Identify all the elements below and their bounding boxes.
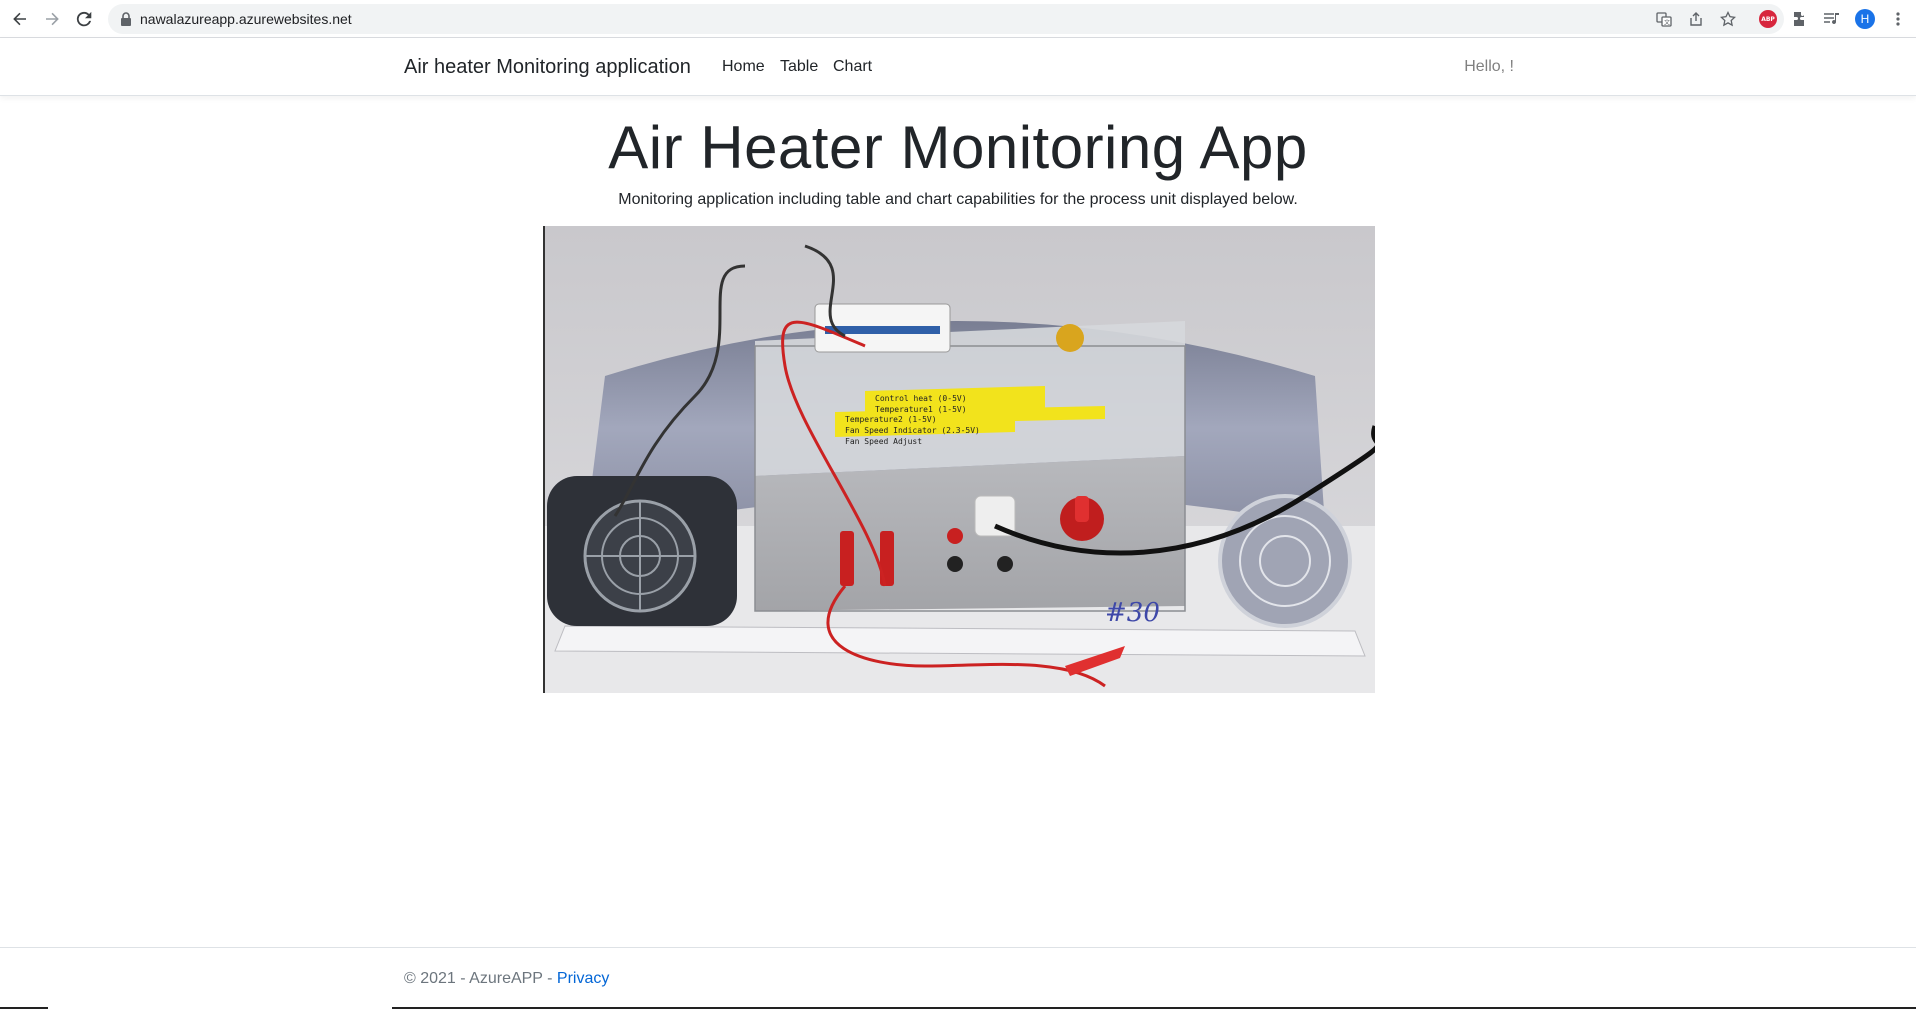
extensions-puzzle-icon[interactable]	[1790, 9, 1810, 29]
navbar-brand[interactable]: Air heater Monitoring application	[404, 38, 691, 96]
photo-label-5: Fan Speed Adjust	[845, 437, 922, 446]
process-unit-photo: #30 Control heat (0-5V) Temperature1 (1-…	[543, 226, 1375, 693]
footer-text: © 2021 - AzureAPP - Privacy	[404, 970, 609, 988]
share-icon[interactable]	[1688, 11, 1704, 27]
photo-label-1: Control heat (0-5V)	[875, 394, 967, 403]
photo-label-2: Temperature1 (1-5V)	[875, 405, 967, 414]
photo-label-3: Temperature2 (1-5V)	[845, 415, 937, 424]
forward-icon[interactable]	[41, 8, 63, 30]
nav-link-chart[interactable]: Chart	[833, 38, 872, 96]
profile-avatar[interactable]: H	[1855, 9, 1875, 29]
browser-menu-icon[interactable]	[1888, 9, 1908, 29]
bookmark-star-icon[interactable]	[1719, 10, 1737, 27]
reading-list-icon[interactable]	[1822, 9, 1842, 29]
nav-link-home[interactable]: Home	[722, 38, 765, 96]
nav-link-table[interactable]: Table	[780, 38, 818, 96]
page-title: Air Heater Monitoring App	[608, 114, 1308, 181]
page-footer: © 2021 - AzureAPP - Privacy	[0, 947, 1916, 1009]
user-greeting: Hello, !	[1464, 58, 1514, 75]
footer-copyright: © 2021 - AzureAPP -	[404, 970, 557, 987]
svg-text:文: 文	[1664, 19, 1670, 27]
privacy-link[interactable]: Privacy	[557, 970, 609, 987]
air-heater-illustration: #30 Control heat (0-5V) Temperature1 (1-…	[545, 226, 1375, 693]
page-subtitle: Monitoring application including table a…	[618, 191, 1298, 208]
adblock-label: ABP	[1759, 10, 1777, 28]
url-text[interactable]: nawalazureapp.azurewebsites.net	[140, 4, 352, 34]
address-bar[interactable]: nawalazureapp.azurewebsites.net 文	[108, 4, 1784, 34]
lock-icon	[120, 12, 134, 26]
reload-icon[interactable]	[73, 8, 95, 30]
unit-number-label: #30	[1105, 598, 1160, 628]
adblock-extension-icon[interactable]: ABP	[1758, 9, 1778, 29]
back-icon[interactable]	[9, 8, 31, 30]
browser-toolbar: nawalazureapp.azurewebsites.net 文 ABP H	[0, 0, 1916, 38]
translate-icon[interactable]: 文	[1656, 11, 1672, 27]
app-navbar: Air heater Monitoring application Home T…	[0, 38, 1916, 96]
avatar-letter: H	[1855, 9, 1875, 29]
photo-label-4: Fan Speed Indicator (2.3-5V)	[845, 426, 980, 435]
